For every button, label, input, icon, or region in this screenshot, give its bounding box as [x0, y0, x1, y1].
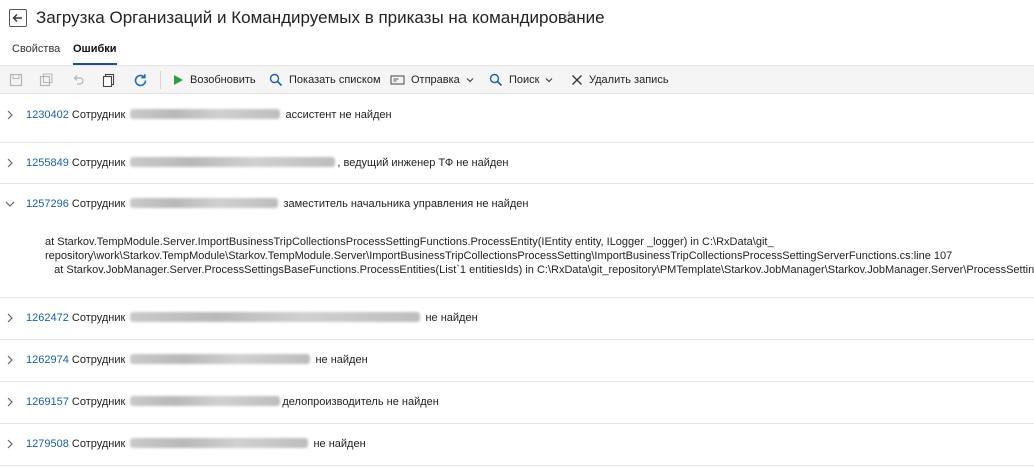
redacted-name	[130, 396, 281, 406]
error-row-expanded: 1257296 Сотрудник заместитель начальника…	[0, 184, 1034, 298]
chevron-down-icon	[546, 78, 553, 83]
redacted-name	[130, 312, 421, 322]
page-title: Загрузка Организаций и Командируемых в п…	[36, 8, 605, 27]
error-stack-trace: at Starkov.TempModule.Server.ImportBusin…	[45, 236, 1034, 276]
chevron-right-icon[interactable]	[4, 312, 16, 324]
show-list-label: Показать списком	[289, 74, 381, 86]
error-row-header[interactable]: 1262974 Сотрудник не найден	[0, 340, 1034, 380]
error-row-text: 1262974 Сотрудник не найден	[26, 354, 368, 366]
error-row-text: 1257296 Сотрудник заместитель начальника…	[26, 198, 529, 210]
error-row-header[interactable]: 1257296 Сотрудник заместитель начальника…	[0, 184, 1034, 224]
redacted-name	[130, 354, 311, 364]
row-suffix: заместитель начальника управления не най…	[283, 198, 529, 210]
error-row-text: 1262472 Сотрудник не найден	[26, 312, 478, 324]
arrow-left-icon	[12, 14, 22, 22]
tab-bar: Свойства Ошибки	[0, 38, 1034, 66]
search-menu-button[interactable]: Поиск	[489, 66, 553, 94]
error-row: 1230402 Сотрудник ассистент не найден	[0, 95, 1034, 143]
error-row: 1269157 Сотрудник делопроизводитель не н…	[0, 382, 1034, 424]
send-icon	[390, 75, 405, 85]
error-row-text: 1255849 Сотрудник , ведущий инженер ТФ н…	[26, 157, 508, 169]
row-prefix: Сотрудник	[71, 438, 126, 450]
employee-id-link[interactable]: 1230402	[26, 109, 69, 121]
error-row-header[interactable]: 1279508 Сотрудник не найден	[0, 424, 1034, 464]
error-row: 1262974 Сотрудник не найден	[0, 340, 1034, 382]
employee-id-link[interactable]: 1257296	[26, 198, 69, 210]
undo-icon[interactable]	[70, 72, 86, 88]
employee-id-link[interactable]: 1262472	[26, 312, 69, 324]
redacted-name	[130, 109, 281, 119]
show-list-button[interactable]: Показать списком	[269, 66, 381, 94]
chevron-down-icon[interactable]	[4, 198, 16, 210]
error-row-text: 1279508 Сотрудник не найден	[26, 438, 366, 450]
employee-id-link[interactable]: 1279508	[26, 438, 69, 450]
chevron-right-icon[interactable]	[4, 354, 16, 366]
search-icon	[489, 73, 503, 87]
employee-id-link[interactable]: 1262974	[26, 354, 69, 366]
employee-id-link[interactable]: 1255849	[26, 157, 69, 169]
employee-id-link[interactable]: 1269157	[26, 396, 69, 408]
error-row: 1262472 Сотрудник не найден	[0, 298, 1034, 340]
error-row-text: 1230402 Сотрудник ассистент не найден	[26, 109, 392, 121]
save-and-close-icon[interactable]	[38, 72, 54, 88]
row-suffix: не найден	[425, 312, 478, 324]
redacted-name	[130, 157, 336, 167]
toolbar: Возобновить Показать списком Отправка По…	[0, 66, 1034, 94]
refresh-icon[interactable]	[132, 72, 148, 88]
error-row-header[interactable]: 1269157 Сотрудник делопроизводитель не н…	[0, 382, 1034, 422]
error-row: 1279508 Сотрудник не найден	[0, 424, 1034, 466]
row-prefix: Сотрудник	[71, 396, 126, 408]
tab-properties[interactable]: Свойства	[12, 43, 60, 65]
error-row-text: 1269157 Сотрудник делопроизводитель не н…	[26, 396, 439, 408]
row-prefix: Сотрудник	[71, 109, 126, 121]
copy-icon[interactable]	[101, 72, 117, 88]
row-suffix: ассистент не найден	[285, 109, 392, 121]
title-bar: Загрузка Организаций и Командируемых в п…	[0, 0, 1034, 38]
row-suffix: не найден	[313, 438, 366, 450]
send-menu-button[interactable]: Отправка	[390, 66, 474, 94]
delete-record-label: Удалить запись	[589, 74, 669, 86]
send-label: Отправка	[411, 74, 460, 86]
row-prefix: Сотрудник	[71, 198, 126, 210]
delete-record-button[interactable]: Удалить запись	[571, 66, 669, 94]
chevron-right-icon[interactable]	[4, 438, 16, 450]
error-row-header[interactable]: 1255849 Сотрудник , ведущий инженер ТФ н…	[0, 143, 1034, 183]
chevron-right-icon[interactable]	[4, 157, 16, 169]
redacted-name	[130, 438, 309, 448]
resume-label: Возобновить	[190, 74, 256, 86]
search-icon	[269, 73, 283, 87]
favorite-star-icon[interactable]: ☆	[562, 7, 576, 27]
close-icon	[572, 75, 582, 85]
search-label: Поиск	[509, 74, 540, 86]
play-icon	[174, 75, 183, 85]
chevron-right-icon[interactable]	[4, 396, 16, 408]
toolbar-separator	[160, 71, 161, 89]
row-prefix: Сотрудник	[71, 354, 126, 366]
row-suffix: , ведущий инженер ТФ не найден	[337, 157, 509, 169]
error-row-header[interactable]: 1262472 Сотрудник не найден	[0, 298, 1034, 338]
error-row: 1255849 Сотрудник , ведущий инженер ТФ н…	[0, 143, 1034, 184]
redacted-name	[130, 198, 279, 208]
error-row-header[interactable]: 1230402 Сотрудник ассистент не найден	[0, 95, 1034, 135]
row-prefix: Сотрудник	[71, 157, 126, 169]
save-icon[interactable]	[8, 72, 24, 88]
tab-errors[interactable]: Ошибки	[73, 43, 117, 65]
row-prefix: Сотрудник	[71, 312, 126, 324]
row-suffix: не найден	[315, 354, 368, 366]
row-suffix: делопроизводитель не найден	[282, 396, 439, 408]
chevron-right-icon[interactable]	[4, 109, 16, 121]
resume-button[interactable]: Возобновить	[172, 66, 256, 94]
back-button[interactable]	[9, 9, 27, 27]
chevron-down-icon	[466, 78, 474, 83]
